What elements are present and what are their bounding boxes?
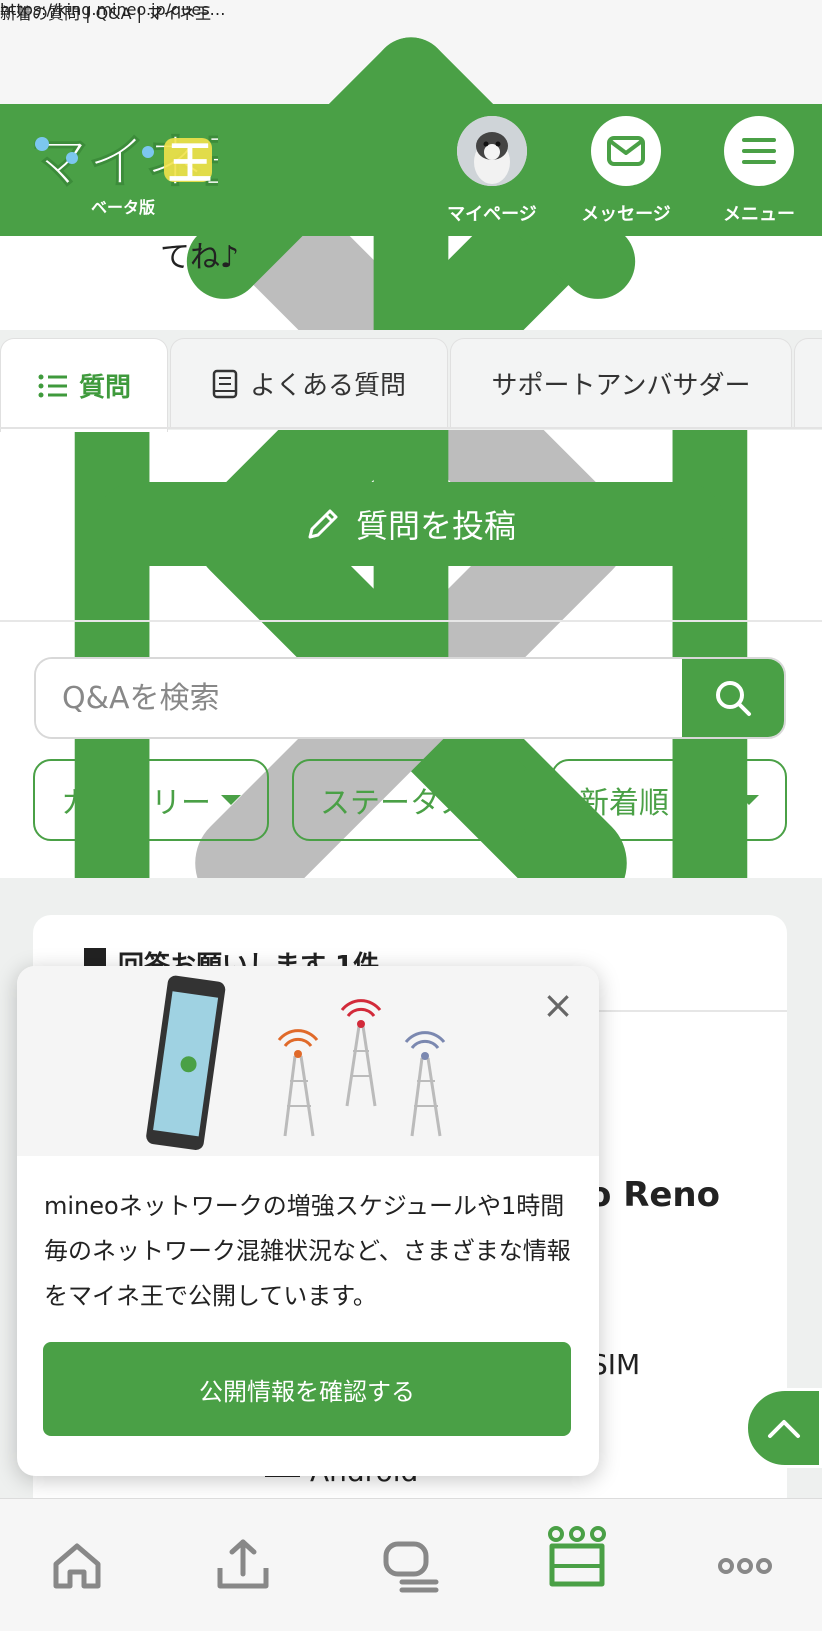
popup-illustration: [17, 966, 599, 1156]
message-button[interactable]: [591, 116, 661, 186]
tower-red: [340, 999, 382, 1107]
pencil-icon: [308, 509, 338, 539]
svg-text:王: 王: [168, 138, 212, 189]
menu-button[interactable]: [724, 116, 794, 186]
category-select-value: カテゴリー: [61, 786, 211, 821]
status-select-value: ステータス: [320, 786, 470, 821]
mypage-label[interactable]: マイページ: [427, 200, 557, 226]
tab-support-ambassador[interactable]: サポートアンバサダー: [450, 338, 792, 428]
popup-message: mineoネットワークの増強スケジュールや1時間毎のネットワーク混雑状況など、さ…: [44, 1192, 571, 1310]
chevron-up-icon: [767, 1420, 800, 1438]
tab-support-ambassador-label: サポートアンバサダー: [491, 371, 751, 401]
hamburger-icon: [742, 138, 776, 164]
tab-questions[interactable]: 質問: [0, 338, 168, 432]
upload-icon[interactable]: [208, 1530, 278, 1600]
network-info-popup: × mineoネットワークの増強スケジュールや1時間毎のネットワーク混雑状況など…: [17, 966, 599, 1476]
post-question-label: 質問を投稿: [355, 507, 516, 545]
crown-icon[interactable]: [542, 1522, 612, 1602]
qa-search-box: [34, 657, 786, 739]
chevron-down-icon: [480, 795, 500, 805]
close-icon[interactable]: ×: [539, 986, 577, 1024]
qa-search-input[interactable]: [36, 659, 686, 737]
avatar[interactable]: [457, 116, 527, 186]
content-snippet: てね♪: [160, 240, 240, 275]
cat-avatar-image: [457, 116, 527, 186]
tabs-divider: [0, 427, 822, 429]
message-label[interactable]: メッセージ: [561, 200, 691, 226]
envelope-icon: [607, 136, 645, 166]
tab-faq-label: よくある質問: [249, 371, 406, 401]
section-divider: [0, 620, 822, 622]
home-icon[interactable]: [42, 1530, 112, 1600]
scroll-to-top-button[interactable]: [745, 1388, 822, 1468]
phone-and-towers-illustration: [146, 975, 446, 1151]
status-select[interactable]: ステータス: [292, 759, 528, 841]
more-icon[interactable]: [710, 1530, 780, 1600]
tab-overflow[interactable]: [794, 338, 822, 428]
menu-label[interactable]: メニュー: [694, 200, 822, 226]
question-title-partial[interactable]: o Reno: [588, 1175, 720, 1215]
search-button[interactable]: [682, 659, 784, 737]
logo-beta-label: ベータ版: [90, 198, 155, 217]
chevron-down-icon: [739, 795, 759, 805]
sort-select[interactable]: 新着順: [551, 759, 787, 841]
search-icon: [716, 681, 751, 716]
tower-orange: [277, 1029, 319, 1137]
chevron-down-icon: [221, 795, 241, 805]
tab-faq[interactable]: よくある質問: [170, 338, 448, 428]
tab-questions-label: 質問: [78, 373, 131, 403]
post-question-button[interactable]: 質問を投稿: [95, 482, 725, 566]
chat-icon[interactable]: [376, 1530, 446, 1600]
list-icon: [38, 374, 67, 397]
sort-select-value: 新着順: [579, 786, 669, 821]
book-icon: [212, 369, 238, 398]
tower-blue: [404, 1031, 446, 1137]
view-public-info-button[interactable]: 公開情報を確認する: [43, 1342, 571, 1436]
category-select[interactable]: カテゴリー: [33, 759, 269, 841]
